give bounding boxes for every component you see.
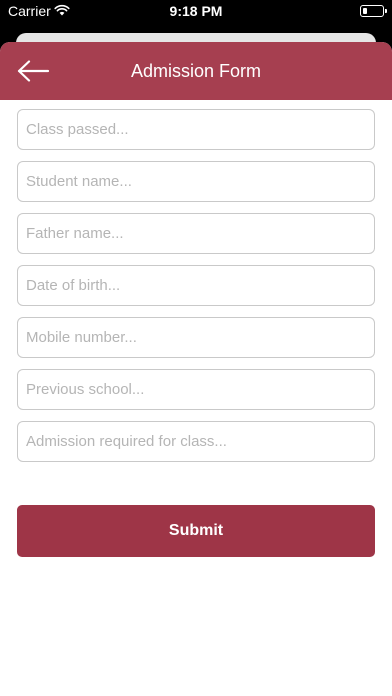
previous-school-field[interactable] (17, 369, 375, 410)
submit-button[interactable]: Submit (17, 505, 375, 557)
admission-class-field[interactable] (17, 421, 375, 462)
date-of-birth-field[interactable] (17, 265, 375, 306)
father-name-field[interactable] (17, 213, 375, 254)
admission-form (17, 109, 375, 473)
battery-icon (360, 5, 387, 17)
status-bar: Carrier 9:18 PM (0, 0, 392, 24)
battery-level (363, 8, 367, 14)
status-time: 9:18 PM (169, 3, 223, 19)
admission-form-sheet: Admission Form Submit (0, 42, 392, 696)
app-screen: Carrier 9:18 PM Admission Form Class pas… (0, 0, 392, 696)
class-passed-field[interactable] (17, 109, 375, 150)
navigation-bar: Admission Form (0, 42, 392, 100)
page-title: Admission Form (130, 61, 262, 81)
mobile-number-field[interactable] (17, 317, 375, 358)
student-name-field[interactable] (17, 161, 375, 202)
